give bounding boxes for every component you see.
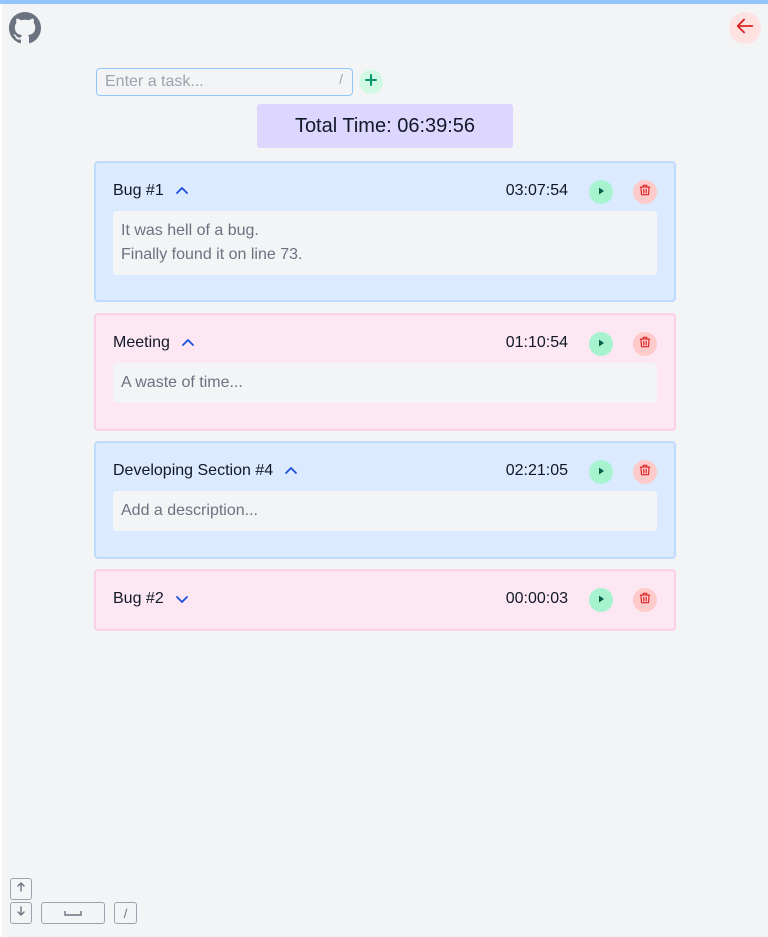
slash-key: / [114,902,137,924]
delete-button[interactable] [633,332,657,356]
play-button[interactable] [589,460,613,484]
top-accent-bar [0,0,768,4]
left-edge [0,4,2,937]
task-title-row: Bug #1 [113,181,190,201]
chevron-up-icon[interactable] [180,335,196,351]
task-title-row: Bug #2 [113,589,190,609]
add-task-button[interactable] [359,70,383,94]
arrow-up-key [10,878,32,900]
delete-button[interactable] [633,180,657,204]
trash-icon [638,591,652,610]
task-card: Developing Section #4 02:21:05 Add a des… [94,441,676,559]
play-icon [596,463,606,481]
arrow-down-key [10,902,32,924]
task-title: Bug #1 [113,182,164,199]
play-button[interactable] [589,588,613,612]
task-time: 03:07:54 [505,182,568,199]
task-description[interactable]: It was hell of a bug. Finally found it o… [113,211,657,275]
delete-button[interactable] [633,588,657,612]
task-input-wrapper: / [96,68,353,96]
task-title-row: Meeting [113,333,196,353]
task-title: Bug #2 [113,590,164,607]
task-description[interactable]: A waste of time... [113,363,657,403]
task-time: 02:21:05 [505,462,568,479]
chevron-up-icon[interactable] [283,463,299,479]
play-icon [596,183,606,201]
task-title: Developing Section #4 [113,462,274,479]
trash-icon [638,463,652,482]
play-button[interactable] [589,332,613,356]
task-time: 01:10:54 [505,334,568,351]
task-card: Bug #1 03:07:54 It was hell of a bug. Fi… [94,161,676,302]
play-button[interactable] [589,180,613,204]
trash-icon [638,183,652,202]
space-icon [64,904,82,922]
plus-icon [364,73,378,92]
space-key [41,902,105,924]
total-time: Total Time: 06:39:56 [257,104,513,148]
delete-button[interactable] [633,460,657,484]
chevron-down-icon[interactable] [174,591,190,607]
play-icon [596,591,606,609]
task-time: 00:00:03 [505,590,568,607]
arrow-up-icon [15,880,27,898]
task-card: Meeting 01:10:54 A waste of time... [94,313,676,431]
chevron-up-icon[interactable] [174,183,190,199]
arrow-left-icon [734,15,756,42]
task-card: Bug #2 00:00:03 [94,569,676,631]
trash-icon [638,335,652,354]
task-title: Meeting [113,334,170,351]
github-icon[interactable] [9,12,41,44]
slash-shortcut-hint: / [339,71,343,87]
task-input[interactable] [97,69,352,95]
task-title-row: Developing Section #4 [113,461,299,481]
task-description[interactable]: Add a description... [113,491,657,531]
arrow-down-icon [15,904,27,922]
play-icon [596,335,606,353]
back-button[interactable] [729,12,761,44]
